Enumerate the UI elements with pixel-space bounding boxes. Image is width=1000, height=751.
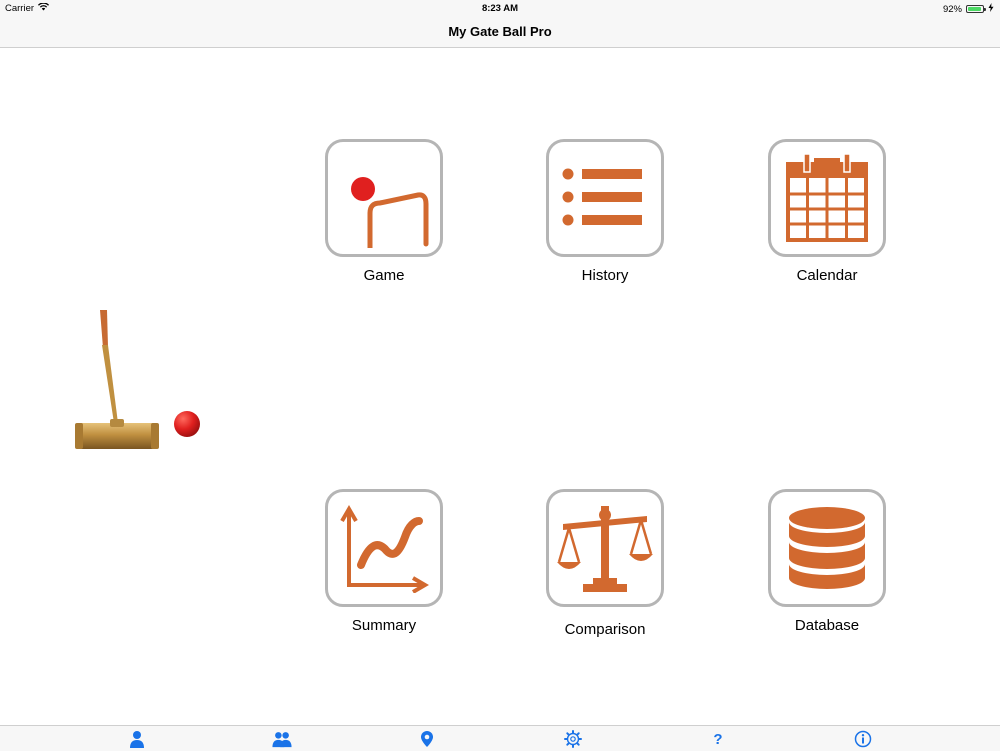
calendar-icon [786, 153, 868, 242]
group-icon [272, 732, 292, 748]
tile-game[interactable]: Game [304, 139, 464, 284]
battery-percent: 92% [942, 3, 962, 15]
database-tile-button[interactable] [768, 489, 886, 607]
battery-fill [968, 7, 981, 11]
tile-summary[interactable]: Summary [304, 489, 464, 634]
status-time: 8:23 AM [481, 3, 519, 14]
person-icon [130, 731, 144, 748]
question-icon: ? [713, 730, 723, 748]
scales-icon [557, 506, 653, 592]
comparison-label: Comparison [564, 621, 646, 638]
page-title: My Gate Ball Pro [448, 24, 552, 39]
tile-comparison[interactable]: Comparison [525, 489, 685, 638]
nav-bar: My Gate Ball Pro [0, 16, 1000, 48]
status-bar: Carrier 8:23 AM 92% [0, 0, 1000, 16]
history-label: History [581, 267, 629, 284]
game-label: Game [363, 267, 405, 284]
tile-calendar[interactable]: Calendar [747, 139, 907, 284]
tab-settings[interactable] [563, 729, 583, 749]
tab-players[interactable] [272, 729, 292, 749]
charging-icon [988, 3, 994, 15]
tile-history[interactable]: History [525, 139, 685, 284]
calendar-label: Calendar [796, 267, 858, 284]
database-label: Database [794, 617, 860, 634]
location-pin-icon [421, 731, 433, 747]
tab-profile[interactable] [127, 729, 147, 749]
tile-database[interactable]: Database [747, 489, 907, 634]
summary-tile-button[interactable] [325, 489, 443, 607]
tab-location[interactable] [417, 729, 437, 749]
tab-info[interactable] [853, 729, 873, 749]
battery-icon [966, 5, 986, 13]
gate-ball-icon [351, 177, 429, 248]
mallet-illustration [75, 310, 200, 449]
comparison-tile-button[interactable] [546, 489, 664, 607]
summary-label: Summary [351, 617, 417, 634]
tab-bar: ? [0, 725, 1000, 751]
tab-help[interactable]: ? [708, 729, 728, 749]
list-icon [562, 168, 642, 226]
line-chart-icon [340, 505, 429, 593]
history-tile-button[interactable] [546, 139, 664, 257]
status-right: 92% [943, 3, 994, 15]
database-icon [789, 507, 865, 589]
calendar-tile-button[interactable] [768, 139, 886, 257]
game-tile-button[interactable] [325, 139, 443, 257]
gear-icon [564, 730, 582, 748]
info-icon [854, 730, 872, 748]
